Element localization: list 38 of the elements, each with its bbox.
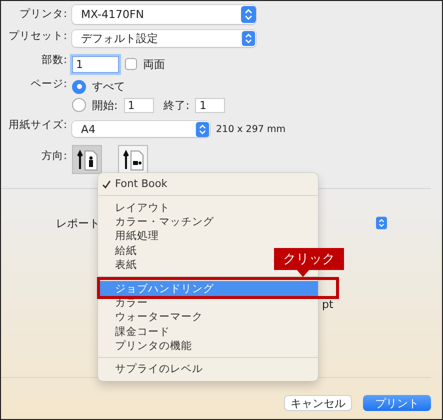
paper-dimensions: 210 x 297 mm <box>216 124 286 134</box>
pages-label: ページ: <box>29 76 67 90</box>
copies-field[interactable]: 1 <box>72 56 119 72</box>
duplex-checkbox[interactable] <box>125 58 137 70</box>
checkmark-icon <box>102 180 111 189</box>
orientation-label: 方向: <box>40 148 67 162</box>
to-label: 終了: <box>164 98 190 112</box>
unit-label: pt <box>322 298 334 312</box>
printer-label: プリンタ: <box>18 7 67 21</box>
landscape-orientation-icon <box>122 148 144 170</box>
report-label: レポート <box>56 216 100 230</box>
menu-item[interactable]: 課金コード <box>98 324 318 339</box>
cancel-button[interactable]: キャンセル <box>284 395 352 411</box>
callout-pointer <box>296 269 310 277</box>
portrait-orientation-icon <box>76 148 98 170</box>
all-pages-label: すべて <box>92 79 125 94</box>
menu-item[interactable]: レイアウト <box>98 200 318 215</box>
orientation-button[interactable] <box>118 145 148 174</box>
orientation-button[interactable] <box>72 145 102 174</box>
from-label: 開始: <box>92 98 118 112</box>
radio-button[interactable] <box>72 98 86 112</box>
duplex-label: 両面 <box>143 56 165 72</box>
paper-size-label: 用紙サイズ: <box>7 118 67 132</box>
copies-label: 部数: <box>40 53 67 67</box>
menu-item[interactable]: サプライのレベル <box>98 362 318 377</box>
menu-item[interactable]: Font Book <box>98 177 318 192</box>
preset-popup[interactable]: デフォルト設定 <box>72 30 256 47</box>
print-button[interactable]: プリント <box>363 395 431 411</box>
preset-label: プリセット: <box>7 28 67 42</box>
menu-item[interactable]: プリンタの機能 <box>98 338 318 354</box>
menu-item[interactable]: 用紙処理 <box>98 229 318 244</box>
from-field[interactable]: 1 <box>124 98 154 112</box>
printer-popup[interactable]: MX-4170FN <box>72 5 256 24</box>
to-field[interactable]: 1 <box>195 98 226 112</box>
menu-item[interactable]: ウォーターマーク <box>98 310 318 325</box>
menu-item[interactable]: カラー・マッチング <box>98 214 318 230</box>
radio-button[interactable] <box>72 80 86 94</box>
paper-size-popup[interactable]: A4 <box>72 121 210 137</box>
